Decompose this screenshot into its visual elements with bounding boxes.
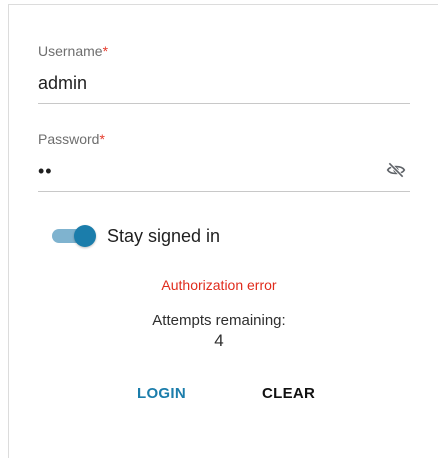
eye-off-icon[interactable]	[386, 160, 406, 180]
toggle-thumb	[74, 225, 96, 247]
username-label-text: Username	[38, 43, 103, 59]
password-field[interactable]: Password* ••	[38, 131, 410, 193]
password-input[interactable]: ••	[38, 160, 53, 182]
authorization-error: Authorization error	[161, 277, 277, 293]
attempts-remaining-count: 4	[214, 331, 224, 350]
attempts-remaining-label: Attempts remaining:	[152, 312, 286, 329]
login-button[interactable]: LOGIN	[137, 384, 186, 404]
password-label: Password*	[38, 131, 105, 147]
required-mark: *	[99, 131, 105, 147]
clear-button[interactable]: CLEAR	[262, 384, 315, 404]
username-field[interactable]: Username* admin	[38, 43, 410, 105]
username-label: Username*	[38, 43, 108, 59]
password-underline	[38, 191, 410, 192]
required-mark: *	[102, 43, 109, 59]
username-input[interactable]: admin	[38, 72, 87, 94]
username-underline	[38, 103, 410, 104]
password-label-text: Password	[38, 131, 100, 147]
stay-signed-in-toggle[interactable]	[52, 224, 96, 248]
stay-signed-in-label: Stay signed in	[107, 226, 221, 246]
